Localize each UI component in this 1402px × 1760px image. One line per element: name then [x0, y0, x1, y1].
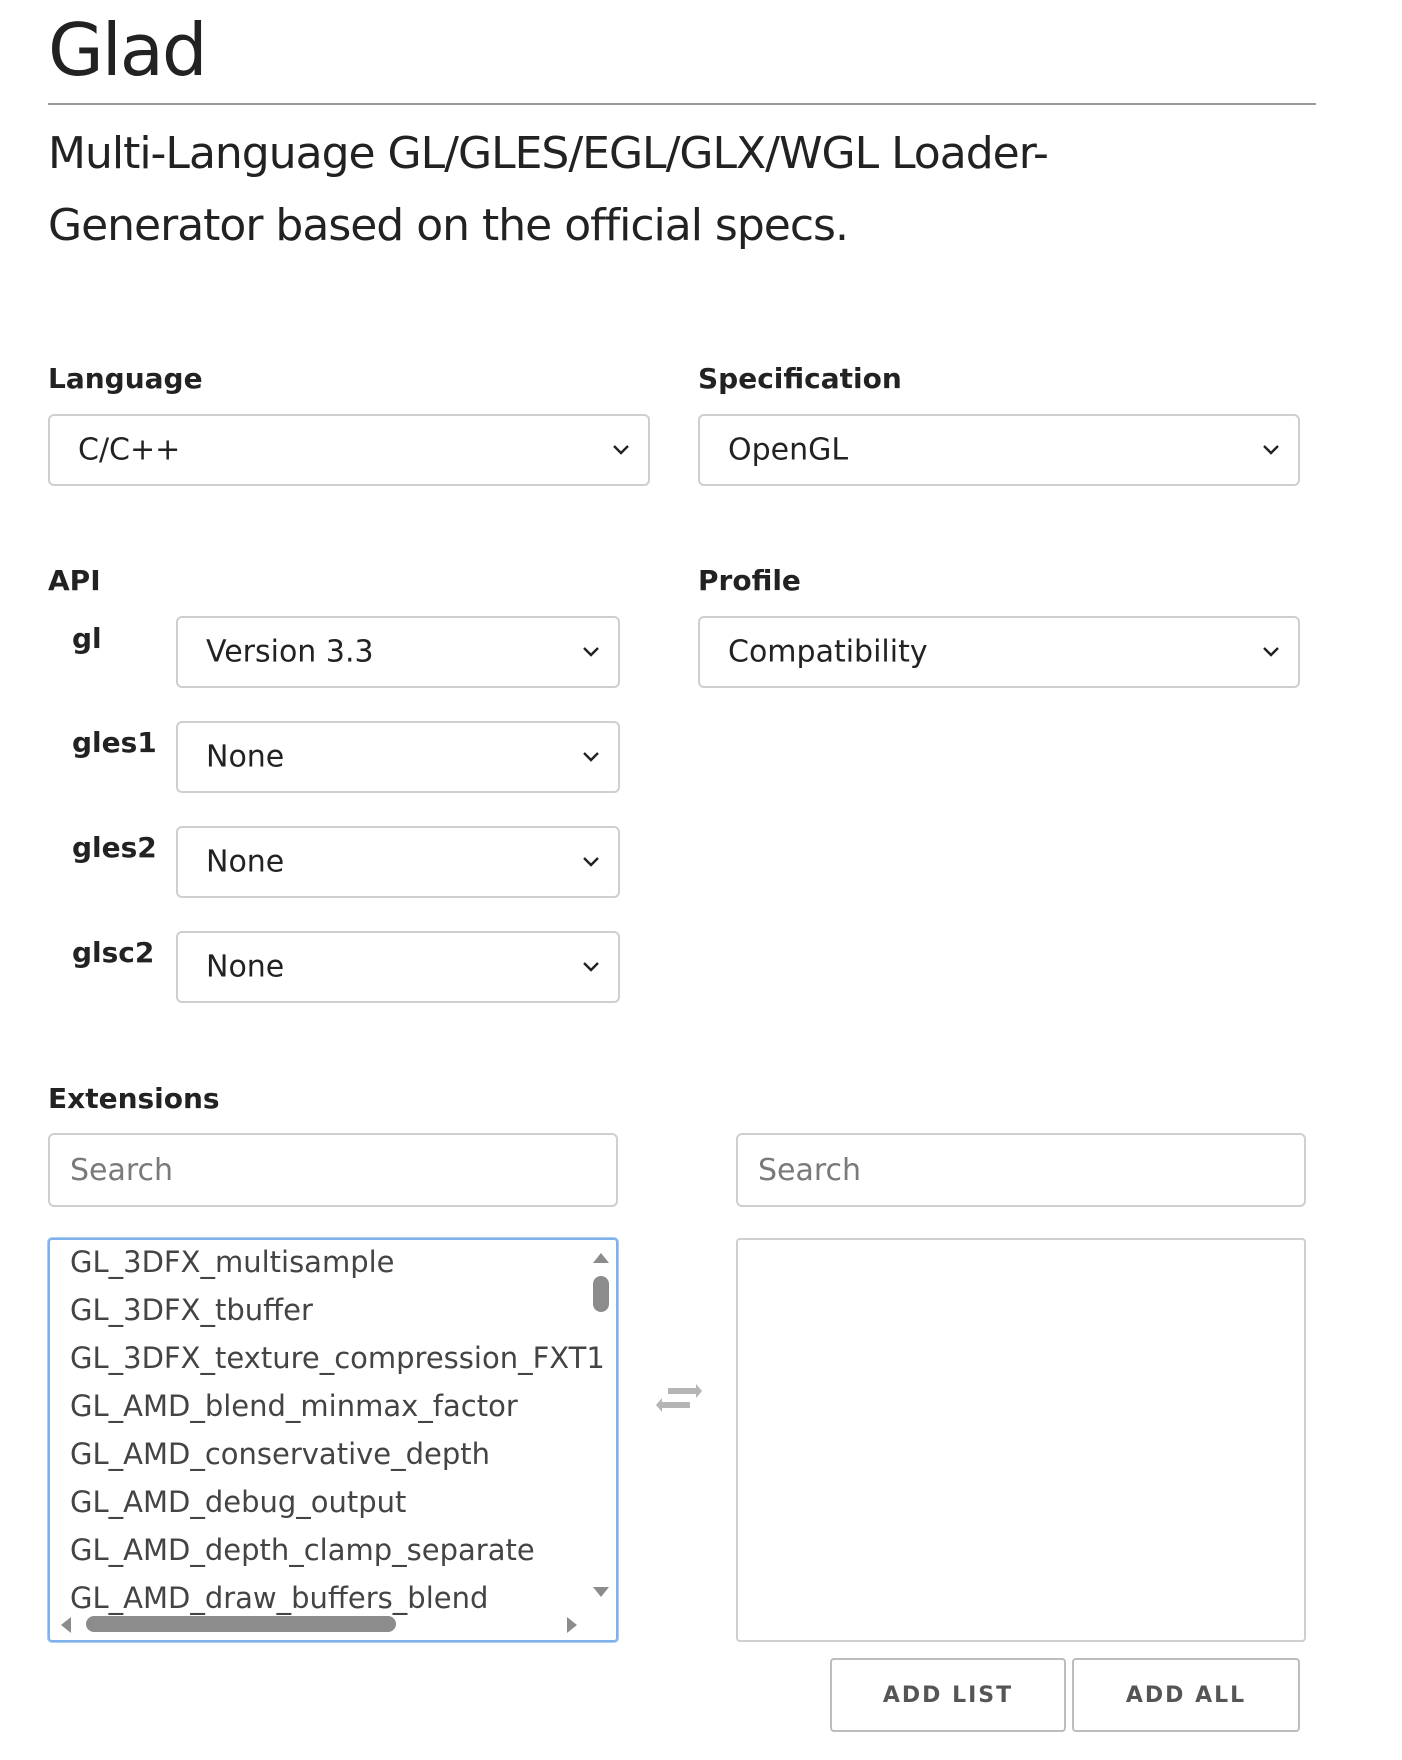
api-gles2-select-value: None	[206, 844, 285, 880]
chevron-down-icon	[583, 752, 599, 762]
profile-select-value: Compatibility	[728, 634, 928, 670]
api-name-gles1: gles1	[72, 726, 157, 759]
api-glsc2-select[interactable]: None	[176, 931, 620, 1003]
language-select-value: C/C++	[78, 432, 181, 468]
language-label: Language	[48, 362, 203, 395]
chevron-down-icon	[613, 445, 629, 455]
chevron-down-icon	[1263, 445, 1279, 455]
chevron-down-icon	[583, 857, 599, 867]
specification-select[interactable]: OpenGL	[698, 414, 1300, 486]
extensions-label: Extensions	[48, 1082, 220, 1115]
extensions-search-input[interactable]	[48, 1133, 618, 1207]
list-item[interactable]: GL_AMD_debug_output	[70, 1478, 406, 1526]
chevron-down-icon	[583, 962, 599, 972]
chevron-down-icon	[583, 647, 599, 657]
scroll-up-arrow-icon[interactable]	[592, 1252, 610, 1264]
api-name-gles2: gles2	[72, 831, 157, 864]
add-all-button[interactable]: ADD ALL	[1072, 1658, 1300, 1732]
list-item[interactable]: GL_AMD_conservative_depth	[70, 1430, 490, 1478]
profile-label: Profile	[698, 564, 801, 597]
specification-select-value: OpenGL	[728, 432, 849, 468]
api-label: API	[48, 564, 101, 597]
scroll-left-arrow-icon[interactable]	[60, 1616, 72, 1634]
list-item[interactable]: GL_AMD_draw_buffers_blend	[70, 1574, 488, 1622]
api-gles1-select[interactable]: None	[176, 721, 620, 793]
vertical-scrollbar-thumb[interactable]	[593, 1276, 609, 1312]
list-item[interactable]: GL_3DFX_texture_compression_FXT1	[70, 1334, 605, 1382]
list-item[interactable]: GL_3DFX_tbuffer	[70, 1286, 313, 1334]
specification-label: Specification	[698, 362, 902, 395]
api-name-gl: gl	[72, 622, 102, 655]
swap-arrows-icon[interactable]	[656, 1380, 702, 1416]
selected-extensions-list[interactable]	[736, 1238, 1306, 1642]
add-list-button[interactable]: ADD LIST	[830, 1658, 1066, 1732]
horizontal-scrollbar-thumb[interactable]	[86, 1616, 396, 1632]
selected-extensions-search-input[interactable]	[736, 1133, 1306, 1207]
api-gles1-select-value: None	[206, 739, 285, 775]
list-item[interactable]: GL_AMD_depth_clamp_separate	[70, 1526, 535, 1574]
chevron-down-icon	[1263, 647, 1279, 657]
scroll-right-arrow-icon[interactable]	[566, 1616, 578, 1634]
list-item[interactable]: GL_3DFX_multisample	[70, 1240, 395, 1286]
profile-select[interactable]: Compatibility	[698, 616, 1300, 688]
language-select[interactable]: C/C++	[48, 414, 650, 486]
api-glsc2-select-value: None	[206, 949, 285, 985]
page-subtitle: Multi-Language GL/GLES/EGL/GLX/WGL Loade…	[48, 128, 1049, 251]
api-gl-select-value: Version 3.3	[206, 634, 374, 670]
page-title: Glad	[48, 8, 208, 92]
title-divider	[48, 103, 1316, 105]
api-name-glsc2: glsc2	[72, 936, 155, 969]
api-gles2-select[interactable]: None	[176, 826, 620, 898]
available-extensions-list[interactable]: GL_3DFX_multisample GL_3DFX_tbuffer GL_3…	[48, 1238, 618, 1642]
api-gl-select[interactable]: Version 3.3	[176, 616, 620, 688]
list-item[interactable]: GL_AMD_blend_minmax_factor	[70, 1382, 518, 1430]
scroll-down-arrow-icon[interactable]	[592, 1586, 610, 1598]
